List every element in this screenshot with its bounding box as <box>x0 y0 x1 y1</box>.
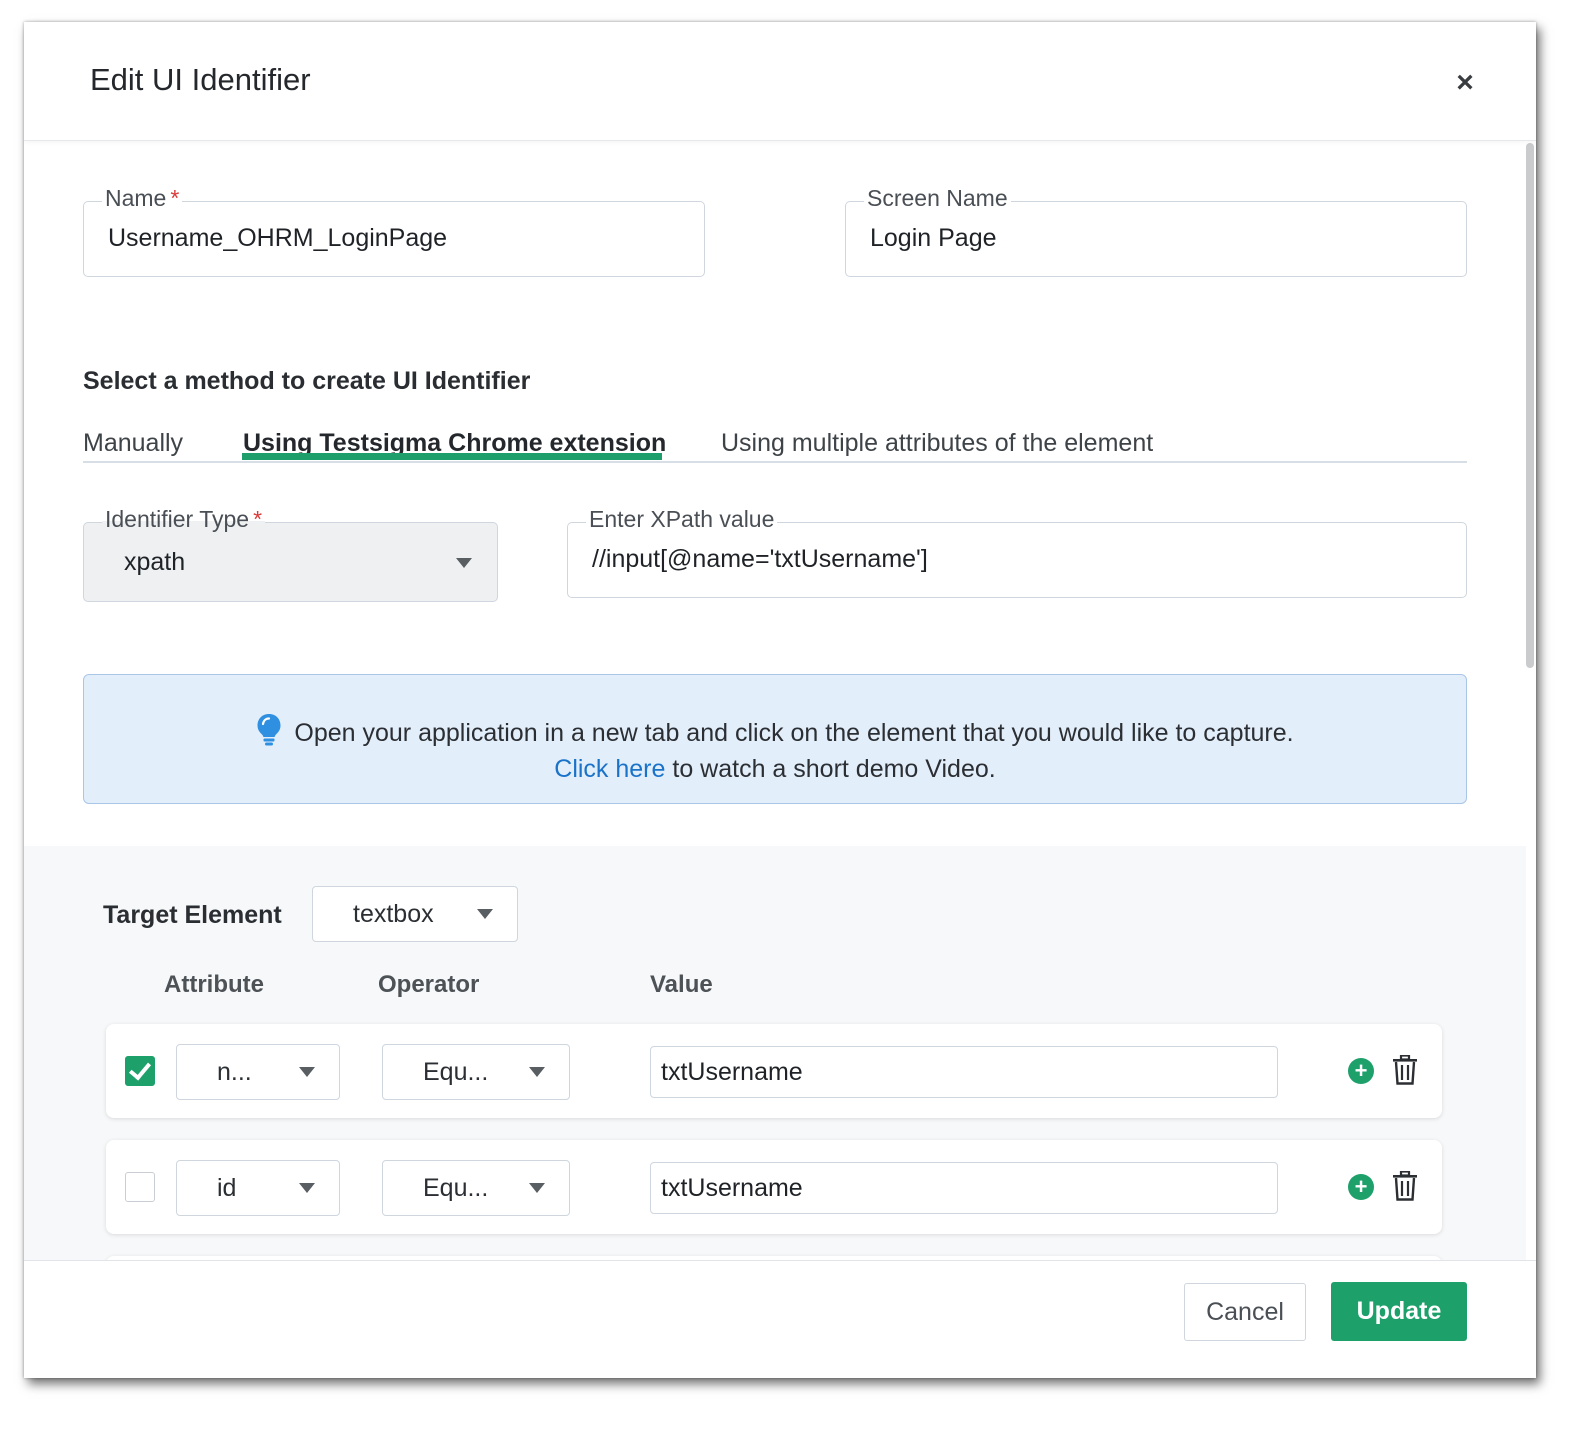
edit-ui-identifier-dialog: Edit UI Identifier × Name * Username_OHRM… <box>24 22 1536 1378</box>
screen-name-field[interactable]: Screen Name Login Page <box>845 185 1467 277</box>
operator-value: Equ... <box>423 1058 489 1086</box>
info-message-line: Open your application in a new tab and c… <box>84 713 1466 754</box>
attribute-value: n... <box>217 1058 252 1086</box>
method-tabs: Manually Using Testsigma Chrome extensio… <box>83 411 1467 463</box>
column-header-operator: Operator <box>378 971 480 998</box>
xpath-value: //input[@name='txtUsername'] <box>592 545 928 573</box>
name-label: Name * <box>102 185 183 212</box>
target-element-value: textbox <box>353 900 434 928</box>
tab-manually[interactable]: Manually <box>83 429 183 458</box>
screen-name-value: Login Page <box>870 224 997 252</box>
chevron-down-icon <box>529 1183 545 1193</box>
column-header-attribute: Attribute <box>164 971 264 998</box>
dialog-body[interactable]: Name * Username_OHRM_LoginPage Screen Nam… <box>24 141 1536 1260</box>
value-text: txtUsername <box>661 1174 803 1202</box>
target-element-select[interactable]: textbox <box>312 886 518 942</box>
required-mark: * <box>253 506 263 532</box>
attribute-select[interactable]: n... <box>176 1044 340 1100</box>
identifier-type-label: Identifier Type * <box>102 506 266 533</box>
demo-video-text: to watch a short demo Video. <box>665 755 996 783</box>
info-banner: Open your application in a new tab and c… <box>83 674 1467 804</box>
close-icon[interactable]: × <box>1448 66 1482 100</box>
row-checkbox[interactable] <box>125 1056 155 1086</box>
info-demo-line: Click here to watch a short demo Video. <box>84 755 1466 784</box>
dialog-header: Edit UI Identifier × <box>24 22 1536 141</box>
active-tab-indicator <box>242 453 662 460</box>
tab-multiple-attributes[interactable]: Using multiple attributes of the element <box>721 429 1153 458</box>
add-row-icon[interactable]: + <box>1348 1174 1374 1200</box>
operator-select[interactable]: Equ... <box>382 1044 570 1100</box>
xpath-label: Enter XPath value <box>586 506 778 533</box>
attribute-row: n... Equ... txtUsername + <box>106 1024 1442 1118</box>
target-element-label: Target Element <box>103 901 282 929</box>
trash-icon[interactable] <box>1392 1170 1418 1206</box>
operator-value: Equ... <box>423 1174 489 1202</box>
attribute-value: id <box>217 1174 237 1202</box>
attribute-row: id Equ... txtUsername + <box>106 1140 1442 1234</box>
cancel-button[interactable]: Cancel <box>1184 1283 1306 1341</box>
operator-select[interactable]: Equ... <box>382 1160 570 1216</box>
identifier-type-value: xpath <box>124 548 186 576</box>
value-input[interactable]: txtUsername <box>650 1162 1278 1214</box>
xpath-input[interactable]: Enter XPath value //input[@name='txtUser… <box>567 506 1467 598</box>
update-button[interactable]: Update <box>1331 1282 1467 1341</box>
lightbulb-icon <box>256 713 282 754</box>
dialog-title: Edit UI Identifier <box>90 62 311 97</box>
chevron-down-icon <box>299 1183 315 1193</box>
chevron-down-icon <box>456 558 472 568</box>
column-header-value: Value <box>650 971 713 998</box>
chevron-down-icon <box>477 909 493 919</box>
attribute-select[interactable]: id <box>176 1160 340 1216</box>
chevron-down-icon <box>529 1067 545 1077</box>
value-text: txtUsername <box>661 1058 803 1086</box>
demo-video-link[interactable]: Click here <box>554 755 665 783</box>
target-element-panel: Target Element textbox Attribute Operato… <box>24 846 1526 1260</box>
value-input[interactable]: txtUsername <box>650 1046 1278 1098</box>
dialog-footer: Cancel Update <box>24 1260 1536 1378</box>
row-checkbox[interactable] <box>125 1172 155 1202</box>
chevron-down-icon <box>299 1067 315 1077</box>
required-mark: * <box>170 185 180 211</box>
identifier-type-select[interactable]: Identifier Type * xpath <box>83 506 498 602</box>
name-value: Username_OHRM_LoginPage <box>108 224 448 252</box>
name-field[interactable]: Name * Username_OHRM_LoginPage <box>83 185 705 277</box>
method-section-title: Select a method to create UI Identifier <box>83 367 531 395</box>
screen-name-label: Screen Name <box>864 185 1011 212</box>
scrollbar[interactable] <box>1526 143 1534 668</box>
add-row-icon[interactable]: + <box>1348 1058 1374 1084</box>
trash-icon[interactable] <box>1392 1054 1418 1090</box>
